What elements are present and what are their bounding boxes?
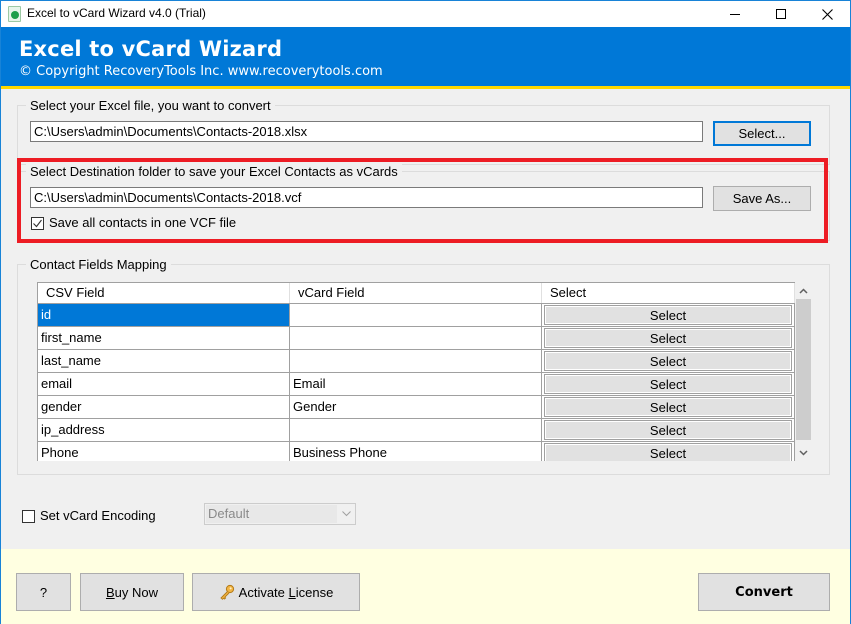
- convert-button[interactable]: Convert: [698, 573, 830, 611]
- select-field-button[interactable]: Select: [544, 397, 792, 417]
- table-row[interactable]: email Email Select: [38, 373, 795, 396]
- chevron-up-icon: [799, 287, 808, 294]
- vcard-field-cell[interactable]: [290, 304, 542, 326]
- close-icon: [821, 8, 833, 20]
- csv-field-cell[interactable]: Phone: [38, 442, 290, 461]
- csv-field-cell[interactable]: gender: [38, 396, 290, 418]
- vcard-field-cell[interactable]: Business Phone: [290, 442, 542, 461]
- help-button[interactable]: ?: [16, 573, 71, 611]
- field-mapping-table: CSV Field vCard Field Select id Select fir…: [37, 282, 795, 461]
- one-vcf-file-checkbox[interactable]: [31, 217, 44, 230]
- select-cell: Select: [542, 350, 795, 372]
- select-field-button[interactable]: Select: [544, 305, 792, 325]
- table-row[interactable]: first_name Select: [38, 327, 795, 350]
- checkmark-icon: [33, 219, 42, 228]
- column-header-vcard-field[interactable]: vCard Field: [290, 283, 542, 303]
- select-field-button[interactable]: Select: [544, 420, 792, 440]
- select-cell: Select: [542, 396, 795, 418]
- buy-now-accel: B: [105, 584, 115, 600]
- minimize-button[interactable]: [712, 1, 758, 27]
- select-field-button[interactable]: Select: [544, 443, 792, 461]
- vcard-field-cell[interactable]: [290, 419, 542, 441]
- buy-now-button[interactable]: Buy Now: [80, 573, 184, 611]
- copyright-text: © Copyright RecoveryTools Inc. www.recov…: [19, 64, 383, 79]
- window-title: Excel to vCard Wizard v4.0 (Trial): [27, 6, 206, 20]
- table-header: CSV Field vCard Field Select: [38, 283, 795, 304]
- save-as-button[interactable]: Save As...: [713, 186, 811, 211]
- select-cell: Select: [542, 442, 795, 461]
- app-icon: [8, 6, 21, 22]
- csv-field-cell[interactable]: last_name: [38, 350, 290, 372]
- vcard-field-cell[interactable]: Email: [290, 373, 542, 395]
- chevron-down-icon: [799, 449, 808, 456]
- select-field-button[interactable]: Select: [544, 351, 792, 371]
- scroll-thumb[interactable]: [796, 299, 811, 440]
- activate-label-accel: L: [288, 584, 296, 600]
- select-cell: Select: [542, 327, 795, 349]
- title-bar: Excel to vCard Wizard v4.0 (Trial): [1, 1, 850, 27]
- destination-legend: Select Destination folder to save your E…: [26, 164, 402, 179]
- field-mapping-legend: Contact Fields Mapping: [26, 257, 171, 272]
- column-header-select[interactable]: Select: [542, 283, 795, 303]
- header-banner: Excel to vCard Wizard © Copyright Recove…: [1, 27, 850, 89]
- select-cell: Select: [542, 419, 795, 441]
- encoding-dropdown[interactable]: Default: [204, 503, 356, 525]
- vcard-field-cell[interactable]: [290, 350, 542, 372]
- vcard-encoding-label[interactable]: Set vCard Encoding: [40, 508, 156, 523]
- buy-now-label: uy Now: [114, 584, 159, 600]
- source-file-path-input[interactable]: C:\Users\admin\Documents\Contacts-2018.x…: [30, 121, 703, 142]
- select-cell: Select: [542, 304, 795, 326]
- vcard-encoding-checkbox[interactable]: [22, 510, 35, 523]
- key-icon: [219, 584, 234, 600]
- activate-label-pre: Activate: [238, 584, 289, 600]
- column-header-csv-field[interactable]: CSV Field: [38, 283, 290, 303]
- app-heading: Excel to vCard Wizard: [19, 37, 283, 61]
- chevron-down-icon: [342, 511, 351, 517]
- maximize-icon: [776, 9, 786, 19]
- table-row[interactable]: id Select: [38, 304, 795, 327]
- select-field-button[interactable]: Select: [544, 328, 792, 348]
- maximize-button[interactable]: [758, 1, 804, 27]
- csv-field-cell[interactable]: email: [38, 373, 290, 395]
- one-vcf-file-label[interactable]: Save all contacts in one VCF file: [49, 215, 236, 230]
- scroll-up-button[interactable]: [795, 282, 812, 299]
- select-field-button[interactable]: Select: [544, 374, 792, 394]
- activate-license-button[interactable]: Activate License: [192, 573, 360, 611]
- encoding-dropdown-value: Default: [206, 505, 337, 523]
- select-file-button[interactable]: Select...: [713, 121, 811, 146]
- source-file-legend: Select your Excel file, you want to conv…: [26, 98, 275, 113]
- scroll-down-button[interactable]: [795, 444, 812, 461]
- table-row[interactable]: Phone Business Phone Select: [38, 442, 795, 461]
- table-scrollbar[interactable]: [795, 282, 812, 461]
- table-row[interactable]: ip_address Select: [38, 419, 795, 442]
- vcard-field-cell[interactable]: Gender: [290, 396, 542, 418]
- csv-field-cell[interactable]: id: [38, 304, 290, 326]
- vcard-field-cell[interactable]: [290, 327, 542, 349]
- table-row[interactable]: gender Gender Select: [38, 396, 795, 419]
- minimize-icon: [730, 13, 740, 15]
- table-row[interactable]: last_name Select: [38, 350, 795, 373]
- csv-field-cell[interactable]: ip_address: [38, 419, 290, 441]
- activate-label-rest: icense: [295, 584, 334, 600]
- select-cell: Select: [542, 373, 795, 395]
- app-window: Excel to vCard Wizard v4.0 (Trial) Excel…: [0, 0, 851, 624]
- destination-path-input[interactable]: C:\Users\admin\Documents\Contacts-2018.v…: [30, 187, 703, 208]
- close-button[interactable]: [804, 1, 850, 27]
- csv-field-cell[interactable]: first_name: [38, 327, 290, 349]
